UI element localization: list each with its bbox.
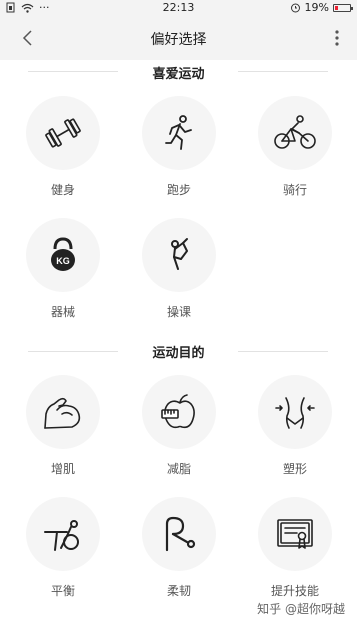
certificate-icon [277,519,313,549]
svg-text:KG: KG [56,256,70,266]
option-fat-loss[interactable]: 减脂 [129,375,229,485]
stretching-icon [171,238,188,270]
option-fitness[interactable]: 健身 [13,96,113,206]
option-label: 提升技能 [270,584,319,598]
option-label: 健身 [50,183,75,197]
cycling-icon [274,115,316,149]
option-label: 增肌 [50,462,75,476]
option-cycling[interactable]: 骑行 [245,96,345,206]
option-circle: KG [26,218,100,292]
option-running[interactable]: 跑步 [129,96,229,206]
option-label: 塑形 [282,462,307,476]
option-label: 器械 [50,305,75,319]
status-bar: ··· 22:13 19% [0,0,357,16]
flexibility-icon [165,516,196,552]
option-balance[interactable]: 平衡 [13,497,113,607]
option-circle [142,218,216,292]
option-label: 平衡 [50,584,75,598]
option-label: 操课 [166,305,191,319]
option-group-class[interactable]: 操课 [129,218,229,328]
battery-icon [333,3,353,12]
more-options-icon[interactable] [331,28,343,48]
option-label: 骑行 [282,183,307,197]
section-divider [238,71,328,72]
option-circle [142,375,216,449]
option-circle [258,497,332,571]
option-improve-skills[interactable]: 提升技能 [245,497,345,607]
option-muscle-gain[interactable]: 增肌 [13,375,113,485]
battery-percent: 19% [304,1,329,14]
option-label: 减脂 [166,462,191,476]
section-title-favorite-sports: 喜爱运动 [152,67,205,82]
option-circle [258,96,332,170]
preference-content: 喜爱运动 健身 跑步 骑行 KG 器械 操课 运动目的 增肌 减脂 塑形 平衡 … [0,60,357,627]
option-circle [142,497,216,571]
option-body-shaping[interactable]: 塑形 [245,375,345,485]
kettlebell-icon: KG [51,237,75,271]
option-circle [26,375,100,449]
option-circle [258,375,332,449]
waist-icon [275,397,315,429]
section-divider [238,351,328,352]
navigation-header: 偏好选择 [0,16,357,60]
option-label: 跑步 [166,183,191,197]
balance-icon [44,520,79,551]
muscle-arm-icon [44,397,81,429]
option-equipment[interactable]: KG 器械 [13,218,113,328]
option-flexibility[interactable]: 柔韧 [129,497,229,607]
running-icon [165,115,192,150]
option-circle [142,96,216,170]
apple-tape-icon [161,394,195,429]
dumbbell-icon [45,118,81,148]
page-title: 偏好选择 [150,32,207,48]
option-circle [26,96,100,170]
option-label: 柔韧 [166,584,191,598]
alarm-icon [290,3,300,13]
option-circle [26,497,100,571]
status-bar-right: 19% [290,1,353,14]
watermark: 知乎 @超你呀越 [257,602,345,616]
